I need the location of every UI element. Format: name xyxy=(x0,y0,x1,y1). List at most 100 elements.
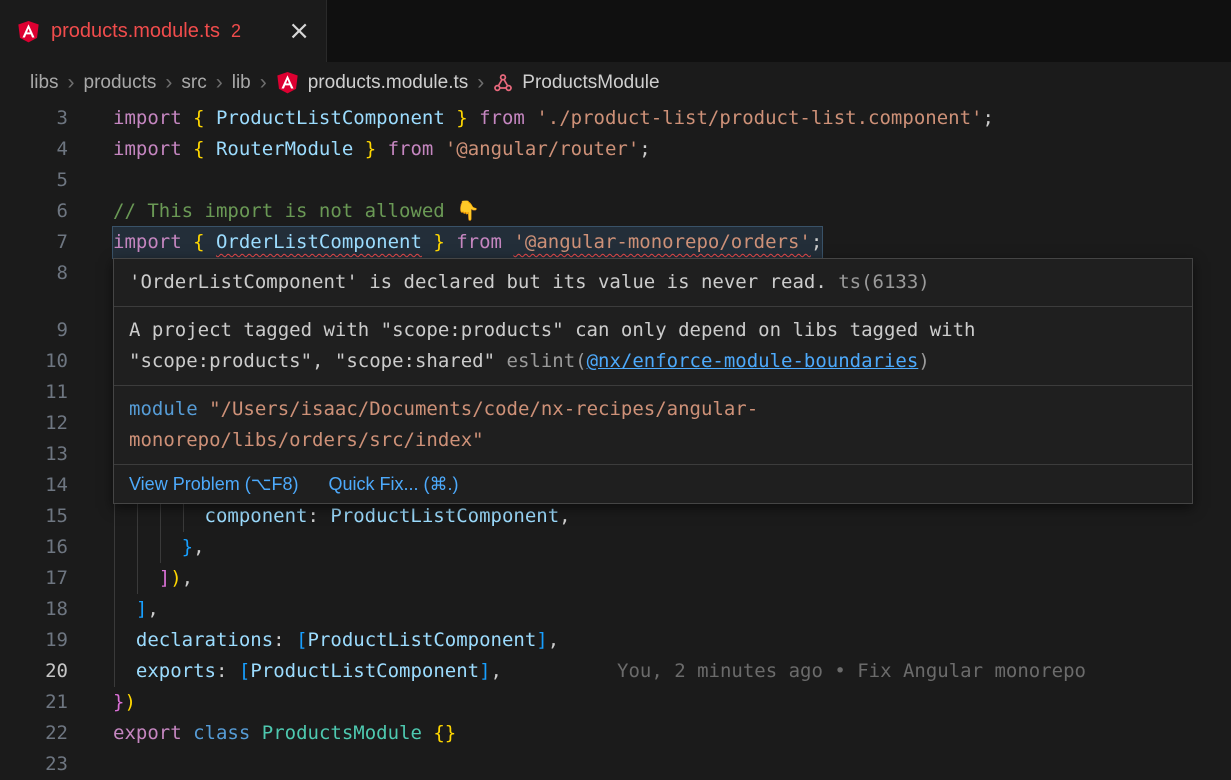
breadcrumb-item[interactable]: lib xyxy=(232,72,251,94)
line-number: 11 xyxy=(0,377,113,408)
code-token: "/Users/isaac/Documents/code/nx-recipes/… xyxy=(129,398,758,451)
line-number: 15 xyxy=(0,501,113,532)
code-line-text[interactable]: ], xyxy=(113,594,159,625)
code-token: ) xyxy=(170,567,181,589)
diagnostic-message: module "/Users/isaac/Documents/code/nx-r… xyxy=(114,385,1192,464)
code-token: ; xyxy=(639,138,650,160)
line-number: 6 xyxy=(0,196,113,227)
line-number: 9 xyxy=(0,315,113,346)
code-token: ProductsModule xyxy=(262,722,422,744)
code-token: : xyxy=(273,629,296,651)
code-token: ] xyxy=(159,567,170,589)
code-line: 16 }, xyxy=(0,532,1231,563)
code-line-text[interactable]: declarations: [ProductListComponent], xyxy=(113,625,559,656)
code-token: ) xyxy=(918,350,929,372)
breadcrumb-separator-icon: › xyxy=(260,71,267,95)
code-token: , xyxy=(147,598,158,620)
code-token: from xyxy=(479,107,525,129)
code-line: 19 declarations: [ProductListComponent], xyxy=(0,625,1231,656)
line-number: 21 xyxy=(0,687,113,718)
code-editor[interactable]: 3import { ProductListComponent } from '.… xyxy=(0,103,1231,780)
code-line-text[interactable]: component: ProductListComponent, xyxy=(113,501,571,532)
line-number: 5 xyxy=(0,165,113,196)
line-number: 23 xyxy=(0,749,113,780)
symbol-class-icon xyxy=(493,73,513,93)
breadcrumb-separator-icon: › xyxy=(68,71,75,95)
code-line-text[interactable]: exports: [ProductListComponent],You, 2 m… xyxy=(113,656,1086,687)
indent-guide xyxy=(137,501,138,594)
code-token: from xyxy=(388,138,434,160)
code-token: , xyxy=(182,567,193,589)
line-number: 14 xyxy=(0,470,113,501)
line-number: 4 xyxy=(0,134,113,165)
code-token: '@angular-monorepo/orders' xyxy=(513,231,810,253)
code-line-text[interactable]: import { RouterModule } from '@angular/r… xyxy=(113,134,651,165)
indent-guide xyxy=(114,501,115,687)
eslint-rule-link[interactable]: @nx/enforce-module-boundaries xyxy=(587,350,919,372)
angular-icon xyxy=(16,19,40,43)
code-token: , xyxy=(559,505,570,527)
breadcrumb: libs › products › src › lib › products.module.ts… xyxy=(0,62,1231,103)
code-token: : xyxy=(216,660,239,682)
breadcrumb-separator-icon: › xyxy=(477,71,484,95)
code-token: from xyxy=(456,231,502,253)
code-token: ProductListComponent xyxy=(216,107,445,129)
code-token: ProductListComponent xyxy=(308,629,537,651)
code-token xyxy=(502,231,513,253)
code-token xyxy=(182,107,193,129)
line-number: 20 xyxy=(0,656,113,687)
code-token: } xyxy=(353,138,376,160)
code-token xyxy=(182,138,193,160)
breadcrumb-item[interactable]: products.module.ts xyxy=(308,72,469,94)
line-number: 8 xyxy=(0,258,113,315)
breadcrumb-item[interactable]: products xyxy=(84,72,157,94)
line-number: 7 xyxy=(0,227,113,258)
code-line: 4import { RouterModule } from '@angular/… xyxy=(0,134,1231,165)
code-token: ; xyxy=(982,107,993,129)
code-token xyxy=(113,536,182,558)
code-line: 18 ], xyxy=(0,594,1231,625)
code-line: 5 xyxy=(0,165,1231,196)
code-token: { xyxy=(193,231,216,253)
breadcrumb-item[interactable]: libs xyxy=(30,72,59,94)
tab-problems-badge: 2 xyxy=(231,21,241,42)
line-number: 16 xyxy=(0,532,113,563)
line-number: 17 xyxy=(0,563,113,594)
code-line-text[interactable]: }) xyxy=(113,687,136,718)
breadcrumb-separator-icon: › xyxy=(216,71,223,95)
code-line-text[interactable]: // This import is not allowed 👇 xyxy=(113,196,480,227)
code-line-text[interactable]: import { ProductListComponent } from './… xyxy=(113,103,994,134)
indent-guide xyxy=(160,501,161,563)
close-tab-icon[interactable]: × xyxy=(288,18,310,44)
code-line: 22export class ProductsModule {} xyxy=(0,718,1231,749)
code-token: You, 2 minutes ago • Fix Angular monorep… xyxy=(617,660,1086,682)
code-line-text[interactable]: ]), xyxy=(113,563,193,594)
code-token: { xyxy=(193,107,216,129)
code-token xyxy=(113,629,136,651)
view-problem-link[interactable]: View Problem (⌥F8) xyxy=(129,473,298,495)
code-line-text[interactable]: import { OrderListComponent } from '@ang… xyxy=(113,227,822,258)
code-token xyxy=(182,231,193,253)
angular-icon xyxy=(276,71,299,94)
code-token xyxy=(182,722,193,744)
code-token: RouterModule xyxy=(216,138,353,160)
code-token: export xyxy=(113,722,182,744)
code-line-text[interactable]: export class ProductsModule {} xyxy=(113,718,456,749)
code-token: , xyxy=(548,629,559,651)
code-token: './product-list/product-list.component' xyxy=(536,107,982,129)
quick-fix-link[interactable]: Quick Fix... (⌘.) xyxy=(328,473,458,495)
code-token: declarations xyxy=(136,629,273,651)
diagnostic-messages: 'OrderListComponent' is declared but its… xyxy=(114,259,1192,464)
code-token: component xyxy=(205,505,308,527)
code-token: exports xyxy=(136,660,216,682)
code-token xyxy=(113,660,136,682)
code-token xyxy=(422,722,433,744)
code-token: // This import is not allowed 👇 xyxy=(113,200,480,222)
code-line-text[interactable]: }, xyxy=(113,532,205,563)
code-token: ProductListComponent xyxy=(330,505,559,527)
breadcrumb-item[interactable]: ProductsModule xyxy=(522,72,659,94)
tab-products-module[interactable]: products.module.ts 2 × xyxy=(0,0,327,62)
code-token: {} xyxy=(433,722,456,744)
code-token: module xyxy=(129,398,198,420)
breadcrumb-item[interactable]: src xyxy=(181,72,206,94)
